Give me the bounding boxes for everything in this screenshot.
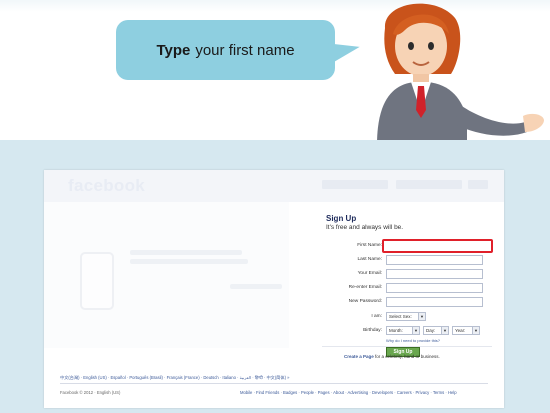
new-password-input[interactable]: [386, 297, 483, 307]
login-email-box[interactable]: [322, 180, 388, 189]
email-input[interactable]: [386, 269, 483, 279]
tutor-character-illustration: [377, 3, 544, 145]
first-name-label: First Name:: [357, 243, 382, 248]
promo-line: [130, 259, 248, 264]
month-select-text: Month:: [389, 328, 403, 333]
footer-divider: [60, 383, 488, 384]
day-select[interactable]: Day: ▼: [423, 326, 449, 335]
birthday-label: Birthday:: [363, 328, 382, 333]
instruction-bold: Type: [156, 41, 191, 59]
mobile-phone-illustration: [80, 252, 114, 310]
signup-divider: [322, 346, 492, 347]
create-page-text: Create a Page for a celebrity, band or b…: [344, 354, 440, 359]
year-select[interactable]: Year: ▼: [452, 326, 480, 335]
tutorial-header-area: Type your first name: [0, 0, 550, 145]
dropdown-arrow-icon: ▼: [441, 327, 448, 334]
dropdown-arrow-icon: ▼: [472, 327, 479, 334]
fb-left-promo-panel: [44, 202, 289, 348]
month-select[interactable]: Month: ▼: [386, 326, 420, 335]
instruction-rest: your first name: [195, 41, 295, 59]
new-password-label: New Password:: [348, 299, 382, 304]
fb-header: facebook: [44, 170, 504, 202]
email-label: Your Email:: [357, 271, 382, 276]
create-page-rest: for a celebrity, band or business.: [375, 354, 440, 359]
last-name-label: Last Name:: [357, 257, 382, 262]
gender-select-text: Select Sex:: [389, 314, 412, 319]
promo-line: [230, 284, 282, 289]
signup-subtitle: It's free and always will be.: [326, 224, 404, 231]
reenter-email-input[interactable]: [386, 283, 483, 293]
dropdown-arrow-icon: ▼: [412, 327, 419, 334]
reenter-email-label: Re-enter Email:: [348, 285, 382, 290]
fb-logo: facebook: [68, 176, 146, 195]
day-select-text: Day:: [426, 328, 436, 333]
footer-copyright: Facebook © 2012 · English (US): [60, 390, 121, 395]
language-links-bar[interactable]: 中文(台灣) · English (US) · Español · Portug…: [60, 375, 290, 381]
gender-select[interactable]: Select Sex: ▼: [386, 312, 426, 321]
facebook-screenshot: facebook Sign Up It's free and always wi…: [44, 170, 504, 408]
create-page-link[interactable]: Create a Page: [344, 354, 374, 359]
login-password-box[interactable]: [396, 180, 462, 189]
last-name-input[interactable]: [386, 255, 483, 265]
dropdown-arrow-icon: ▼: [418, 313, 425, 320]
why-provide-birthday-link[interactable]: Why do I need to provide this?: [386, 338, 440, 343]
signup-title: Sign Up: [326, 214, 357, 223]
instruction-text: Type your first name: [116, 20, 335, 80]
year-select-text: Year:: [455, 328, 466, 333]
speech-bubble: Type your first name: [116, 20, 335, 80]
footer-links[interactable]: Mobile · Find Friends · Badges · People …: [240, 390, 457, 395]
promo-line: [130, 250, 242, 255]
first-name-input[interactable]: [382, 239, 493, 253]
login-button[interactable]: [468, 180, 488, 189]
gender-label: I am:: [371, 314, 382, 319]
